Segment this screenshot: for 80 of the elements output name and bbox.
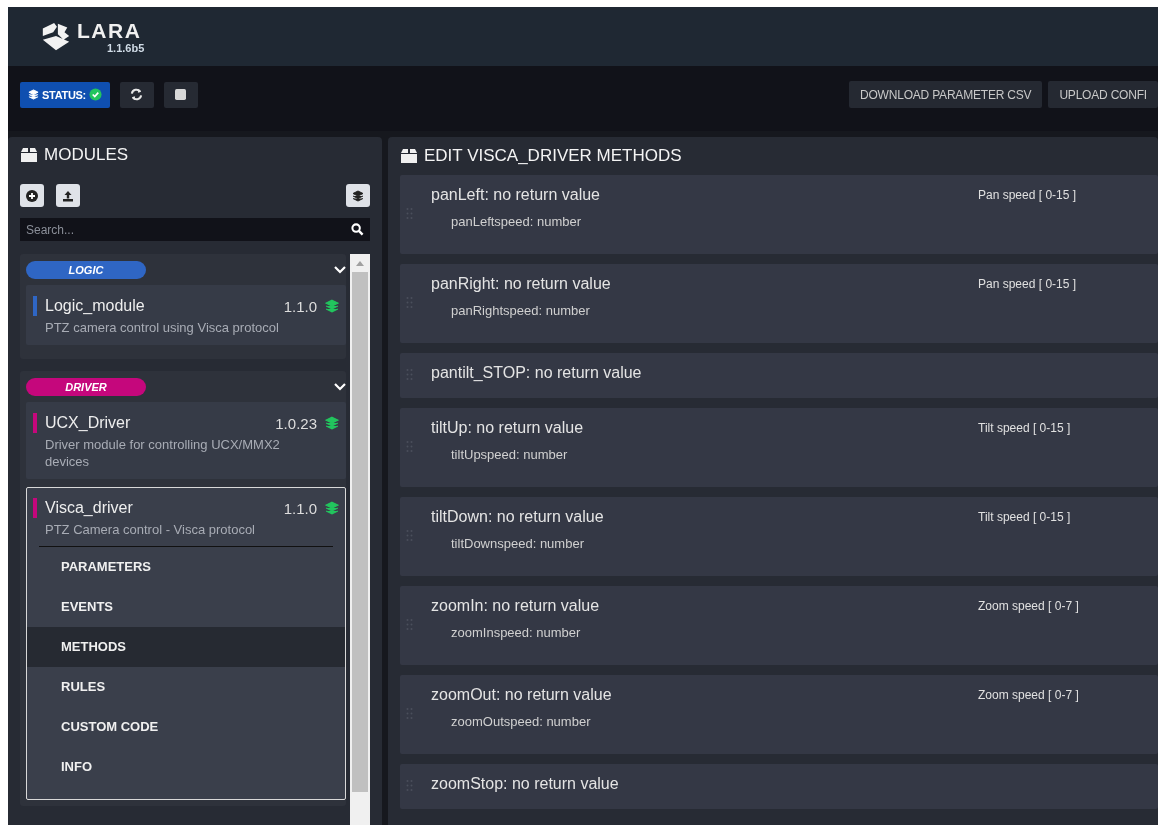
module-card[interactable]: Visca_driver 1.1.0 PTZ Camera control - Visca protocol PARAMETERS EVENTS METHODS RULES CUSTOM CODE INFO [26, 487, 346, 800]
method-parameter: zoomOutspeed: number [451, 714, 592, 729]
scrollbar[interactable] [350, 254, 370, 825]
method-signature: panLeft: no return value [431, 186, 601, 204]
method-card[interactable]: zoomStop: no return value [400, 764, 1158, 809]
chevron-icon[interactable] [334, 266, 346, 274]
method-card[interactable]: tiltDown: no return value tiltDownspeed: number Tilt speed [ 0-15 ] [400, 497, 1158, 576]
status-button[interactable]: STATUS: [20, 81, 110, 108]
menu-item[interactable]: EVENTS [27, 587, 345, 627]
upload-icon [62, 189, 74, 202]
method-card[interactable]: pantilt_STOP: no return value [400, 353, 1158, 398]
module-description: Driver module for controlling UCX/MMX2 devices [45, 436, 281, 470]
stop-icon [175, 89, 187, 100]
method-signature: zoomIn: no return value [431, 597, 601, 615]
menu-item[interactable]: RULES [27, 667, 345, 707]
parameter-hint: Zoom speed [ 0-7 ] [978, 688, 1080, 702]
method-parameter: tiltUpspeed: number [451, 447, 569, 462]
group-tag: DRIVER [26, 378, 146, 396]
version-text: 1.1.6b5 [107, 41, 145, 54]
toolbar-button[interactable]: UPLOAD CONFI [1048, 81, 1158, 108]
module-description: PTZ Camera control - Visca protocol [45, 521, 256, 538]
method-card[interactable]: zoomIn: no return value zoomInspeed: number Zoom speed [ 0-7 ] [400, 586, 1158, 665]
module-description: PTZ camera control using Visca protocol [45, 319, 280, 336]
parameter-hint: Tilt speed [ 0-15 ] [978, 510, 1072, 524]
module-name: Visca_driver [45, 499, 134, 517]
module-name: Logic_module [45, 297, 146, 315]
toolbar-button[interactable]: DOWNLOAD PARAMETER CSV [848, 81, 1043, 108]
color-stripe [33, 296, 37, 316]
logo-text: LARA [77, 19, 143, 42]
module-card[interactable]: UCX_Driver 1.0.23 Driver module for controlling UCX/MMX2 devices [26, 402, 346, 479]
upload-button[interactable] [56, 184, 80, 207]
method-signature: tiltUp: no return value [431, 419, 585, 437]
box-icon [400, 148, 418, 164]
color-stripe [33, 413, 37, 433]
refresh-button[interactable] [119, 81, 154, 108]
module-card[interactable]: Logic_module 1.1.0 PTZ camera control using Visca protocol [26, 285, 346, 345]
method-card[interactable]: panLeft: no return value panLeftspeed: number Pan speed [ 0-15 ] [400, 175, 1158, 254]
parameter-hint: Zoom speed [ 0-7 ] [978, 599, 1080, 613]
parameter-hint: Pan speed [ 0-15 ] [978, 277, 1078, 291]
search-icon [351, 223, 364, 236]
layers-icon [325, 299, 339, 313]
box-icon [20, 147, 38, 163]
color-stripe [33, 498, 37, 518]
layers-icon [352, 189, 364, 202]
layers-icon [325, 501, 339, 515]
menu-item[interactable]: PARAMETERS [27, 547, 345, 587]
stop-button[interactable] [163, 81, 198, 108]
method-card[interactable]: panRight: no return value panRightspeed: number Pan speed [ 0-15 ] [400, 264, 1158, 343]
parameter-hint: Pan speed [ 0-15 ] [978, 188, 1078, 202]
layers-button[interactable] [346, 184, 370, 207]
panel-title: EDIT VISCA_DRIVER METHODS [424, 146, 682, 166]
add-icon [26, 189, 38, 202]
module-version: 1.0.23 [275, 414, 317, 432]
panel-title: MODULES [44, 145, 129, 165]
method-signature: pantilt_STOP: no return value [431, 364, 643, 382]
module-version: 1.1.0 [283, 499, 317, 517]
method-card[interactable]: tiltUp: no return value tiltUpspeed: number Tilt speed [ 0-15 ] [400, 408, 1158, 487]
method-signature: zoomOut: no return value [431, 686, 613, 704]
layers-icon [325, 416, 339, 430]
scroll-up-icon[interactable] [356, 260, 364, 266]
method-parameter: panLeftspeed: number [451, 214, 583, 229]
method-signature: tiltDown: no return value [431, 508, 605, 526]
search-field[interactable]: Search... [20, 218, 370, 241]
module-version: 1.1.0 [283, 297, 317, 315]
layers-icon [28, 89, 39, 100]
method-parameter: zoomInspeed: number [451, 625, 582, 640]
parameter-hint: Tilt speed [ 0-15 ] [978, 421, 1072, 435]
chevron-icon[interactable] [334, 383, 346, 391]
method-card[interactable]: zoomOut: no return value zoomOutspeed: number Zoom speed [ 0-7 ] [400, 675, 1158, 754]
method-parameter: tiltDownspeed: number [451, 536, 585, 551]
method-signature: zoomStop: no return value [431, 775, 620, 793]
group-tag: LOGIC [26, 261, 146, 279]
add-button[interactable] [20, 184, 44, 207]
module-name: UCX_Driver [45, 414, 132, 432]
menu-item[interactable]: CUSTOM CODE [27, 707, 345, 747]
menu-item[interactable]: INFO [27, 747, 345, 787]
method-parameter: panRightspeed: number [451, 303, 591, 318]
refresh-icon [130, 88, 144, 101]
menu-item[interactable]: METHODS [27, 627, 345, 667]
method-signature: panRight: no return value [431, 275, 612, 293]
